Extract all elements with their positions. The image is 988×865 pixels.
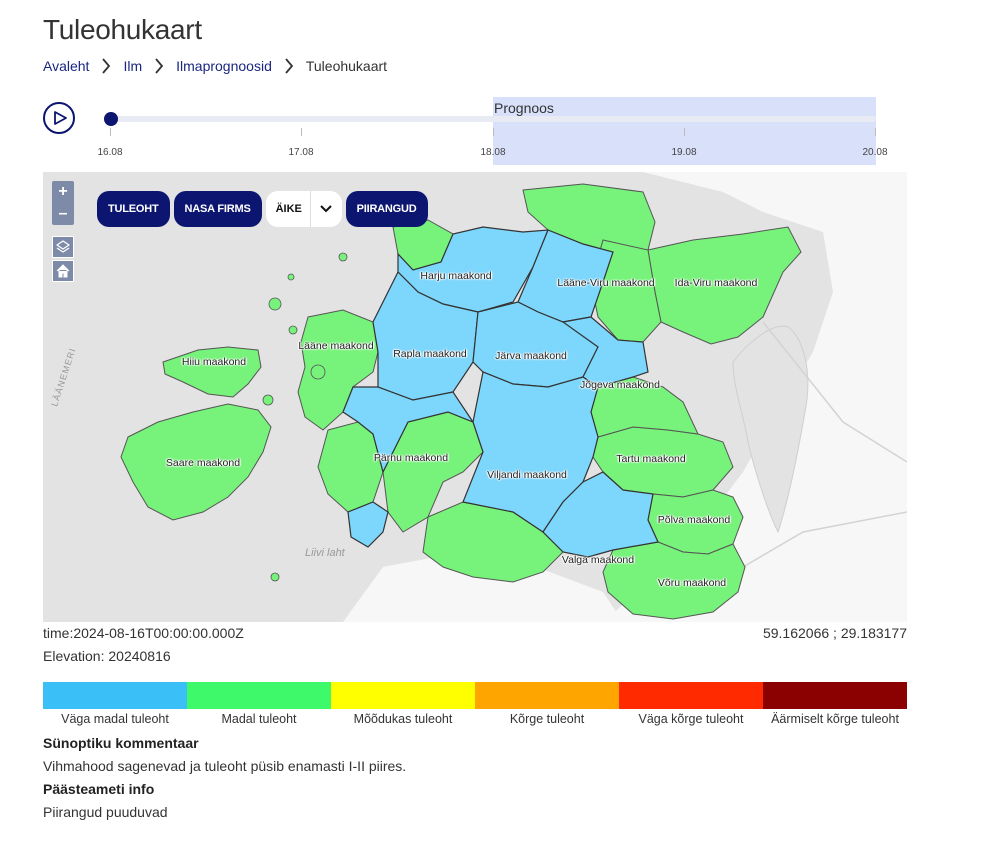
county-label: Lääne-Viru maakond <box>557 277 655 289</box>
fire-risk-map[interactable]: + – TULEOHT NASA FIRMS ÄIKE PIIRANGUD Ha… <box>43 172 907 622</box>
legend-item: Väga madal tuleoht <box>43 682 187 726</box>
island <box>270 572 280 582</box>
county-label: Viljandi maakond <box>487 469 567 481</box>
elevation-readout: Elevation: 20240816 <box>43 648 171 664</box>
chevron-right-icon <box>272 58 306 74</box>
county-label: Jõgeva maakond <box>580 379 660 391</box>
zoom-control: + – <box>52 181 74 225</box>
home-button[interactable] <box>52 260 74 282</box>
legend-label: Väga kõrge tuleoht <box>638 712 744 726</box>
timeline-tick <box>684 128 685 136</box>
fire-risk-layer-button[interactable]: TULEOHT <box>97 191 170 227</box>
legend-swatch <box>763 682 907 709</box>
layer-toolbar: TULEOHT NASA FIRMS ÄIKE PIIRANGUD <box>97 191 428 227</box>
county-label: Ida-Viru maakond <box>674 277 758 289</box>
forecast-label: Prognoos <box>494 100 554 116</box>
legend-label: Äärmiselt kõrge tuleoht <box>771 712 899 726</box>
county-label: Valga maakond <box>561 554 635 566</box>
timeline-slider[interactable]: Prognoos 16.08 17.08 18.08 19.08 20.08 <box>97 97 888 165</box>
timeline-date: 19.08 <box>671 147 697 158</box>
legend-swatch <box>475 682 619 709</box>
county-label: Harju maakond <box>420 270 492 282</box>
timeline-tick <box>301 128 302 136</box>
coordinate-readout: 59.162066 ; 29.183177 <box>762 625 907 641</box>
sea-label: Liivi laht <box>305 547 345 559</box>
zoom-in-button[interactable]: + <box>52 181 74 203</box>
county-label: Võru maakond <box>657 577 727 589</box>
legend-swatch <box>43 682 187 709</box>
rescue-text: Piirangud puuduvad <box>43 804 168 820</box>
nasa-firms-layer-button[interactable]: NASA FIRMS <box>173 191 262 227</box>
timeline-tick <box>493 128 494 136</box>
timeline-track[interactable] <box>110 116 876 122</box>
layers-icon <box>56 240 70 253</box>
county-label: Saare maakond <box>165 457 241 469</box>
county-label: Rapla maakond <box>393 348 467 360</box>
legend-item: Madal tuleoht <box>187 682 331 726</box>
county-label: Järva maakond <box>495 350 567 362</box>
island <box>288 325 298 335</box>
chevron-right-icon <box>89 58 123 74</box>
legend: Väga madal tuleoht Madal tuleoht Mõõduka… <box>43 682 907 726</box>
breadcrumb-weather[interactable]: Ilm <box>123 58 142 74</box>
legend-label: Mõõdukas tuleoht <box>353 712 453 726</box>
timeline-handle[interactable] <box>104 112 118 126</box>
timeline-date: 17.08 <box>288 147 314 158</box>
synoptic-heading: Sünoptiku kommentaar <box>43 735 199 751</box>
county-label: Põlva maakond <box>657 514 731 526</box>
legend-label: Kõrge tuleoht <box>509 712 585 726</box>
county-hiiu <box>162 346 262 398</box>
island <box>262 394 274 406</box>
synoptic-text: Vihmahood sagenevad ja tuleoht püsib ena… <box>43 758 407 774</box>
county-label: Tartu maakond <box>616 453 686 465</box>
legend-label: Madal tuleoht <box>221 712 297 726</box>
legend-item: Kõrge tuleoht <box>475 682 619 726</box>
play-button[interactable] <box>43 102 75 134</box>
legend-label: Väga madal tuleoht <box>61 712 169 726</box>
county-label: Hiiu maakond <box>181 356 247 368</box>
timeline-date: 18.08 <box>480 147 506 158</box>
county-label: Lääne maakond <box>298 340 374 352</box>
timeline-date: 20.08 <box>862 147 888 158</box>
page-title: Tuleohukaart <box>43 14 202 45</box>
home-icon <box>56 264 70 278</box>
timeline-date: 16.08 <box>97 147 123 158</box>
legend-item: Mõõdukas tuleoht <box>331 682 475 726</box>
island <box>287 273 295 281</box>
play-icon <box>53 111 67 125</box>
rescue-heading: Päästeameti info <box>43 781 155 797</box>
county-label: Pärnu maakond <box>373 452 449 464</box>
breadcrumb-home[interactable]: Avaleht <box>43 58 89 74</box>
breadcrumb: Avaleht Ilm Ilmaprognoosid Tuleohukaart <box>43 58 387 74</box>
timeline-tick <box>110 128 111 136</box>
island <box>338 252 348 262</box>
time-readout: time:2024-08-16T00:00:00.000Z <box>43 625 244 641</box>
lightning-select-value: ÄIKE <box>275 203 302 215</box>
map-canvas[interactable] <box>43 172 907 622</box>
lightning-layer-select[interactable]: ÄIKE <box>265 191 342 227</box>
legend-swatch <box>187 682 331 709</box>
chevron-down-icon <box>311 205 342 213</box>
chevron-right-icon <box>142 58 176 74</box>
island <box>268 297 282 311</box>
timeline-tick <box>875 128 876 136</box>
legend-swatch <box>331 682 475 709</box>
legend-swatch <box>619 682 763 709</box>
island <box>310 364 326 380</box>
legend-item: Väga kõrge tuleoht <box>619 682 763 726</box>
restrictions-layer-button[interactable]: PIIRANGUD <box>345 191 428 227</box>
layers-button[interactable] <box>52 236 74 258</box>
breadcrumb-current: Tuleohukaart <box>305 58 388 74</box>
legend-item: Äärmiselt kõrge tuleoht <box>763 682 907 726</box>
zoom-out-button[interactable]: – <box>52 203 74 225</box>
breadcrumb-forecasts[interactable]: Ilmaprognoosid <box>176 58 272 74</box>
